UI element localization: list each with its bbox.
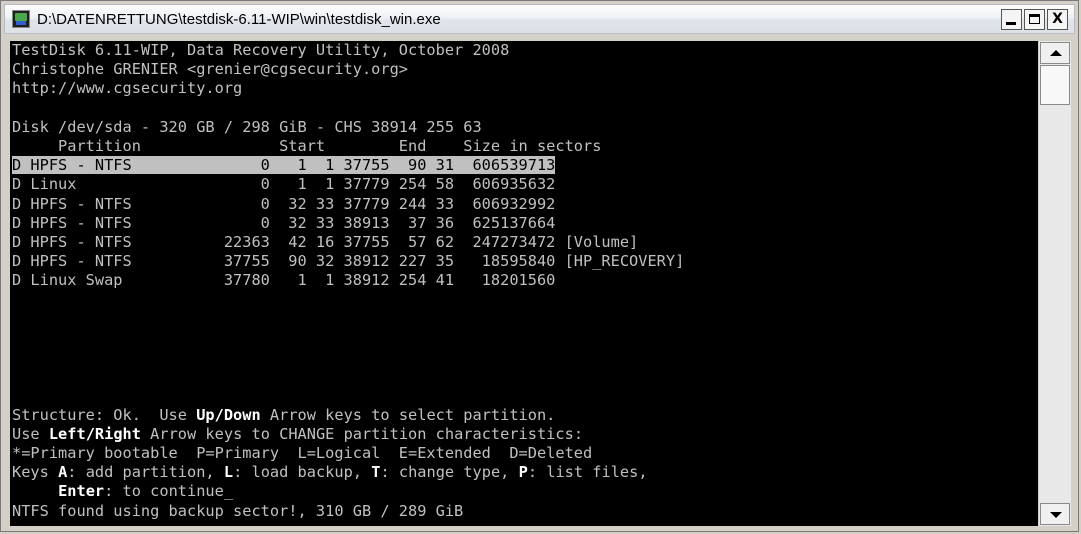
partition-row[interactable]: D Linux 0 1 1 37779 254 58 606935632 — [12, 175, 684, 194]
close-button[interactable]: X — [1047, 9, 1068, 30]
scroll-up-button[interactable] — [1040, 42, 1070, 64]
disk-info-line: Disk /dev/sda - 320 GB / 298 GiB - CHS 3… — [12, 117, 482, 136]
header-line: http://www.cgsecurity.org — [12, 79, 243, 98]
key-enter: Enter — [58, 482, 105, 501]
help-line-navigation: Structure: Ok. Use Up/Down Arrow keys to… — [12, 406, 684, 425]
partition-row-text: D HPFS - NTFS 22363 42 16 37755 57 62 24… — [12, 232, 556, 251]
partition-row-selected[interactable]: D HPFS - NTFS 0 1 1 37755 90 31 60653971… — [12, 156, 684, 175]
partition-row[interactable]: D HPFS - NTFS 0 32 33 37779 244 33 60693… — [12, 195, 684, 214]
help-text: : list files, — [527, 463, 648, 482]
header-line: TestDisk 6.11-WIP, Data Recovery Utility… — [12, 41, 510, 59]
scroll-down-button[interactable] — [1040, 503, 1070, 525]
key-separator: / — [214, 405, 224, 424]
close-icon: X — [1052, 11, 1063, 27]
key-left: Left — [48, 424, 86, 443]
maximize-icon — [1029, 14, 1040, 24]
help-line-legend: *=Primary bootable P=Primary L=Logical E… — [12, 443, 593, 462]
help-text: Keys — [12, 463, 59, 482]
partition-row-text: D Linux 0 1 1 37779 254 58 606935632 — [12, 175, 556, 194]
vertical-scrollbar[interactable] — [1038, 41, 1071, 526]
partition-row-text: D HPFS - NTFS 0 32 33 38913 37 36 625137… — [12, 213, 556, 232]
partition-row[interactable]: D Linux Swap 37780 1 1 38912 254 41 1820… — [12, 271, 684, 290]
arrow-down-icon — [1050, 512, 1062, 518]
partition-row-text: D HPFS - NTFS 0 1 1 37755 90 31 60653971… — [12, 156, 556, 175]
minimize-icon — [1006, 22, 1016, 25]
title-bar[interactable]: D:\DATENRETTUNG\testdisk-6.11-WIP\win\te… — [4, 4, 1075, 34]
partition-label: [HP_RECOVERY] — [555, 252, 685, 271]
partition-columns-header: Partition Start End Size in sectors — [12, 136, 602, 155]
partition-row[interactable]: D HPFS - NTFS 22363 42 16 37755 57 62 24… — [12, 233, 684, 252]
help-text: : add partition, — [67, 463, 224, 482]
partition-row-text: D HPFS - NTFS 37755 90 32 38912 227 35 1… — [12, 252, 556, 271]
console-window: D:\DATENRETTUNG\testdisk-6.11-WIP\win\te… — [0, 0, 1079, 532]
partition-row[interactable]: D HPFS - NTFS 0 32 33 38913 37 36 625137… — [12, 214, 684, 233]
terminal-text: TestDisk 6.11-WIP, Data Recovery Utility… — [12, 41, 684, 521]
partition-row-text: D HPFS - NTFS 0 32 33 37779 244 33 60693… — [12, 194, 556, 213]
header-line: Christophe GRENIER <grenier@cgsecurity.o… — [12, 60, 409, 79]
partition-label: [Volume] — [555, 232, 639, 251]
help-text: Use — [12, 424, 49, 443]
console-output[interactable]: TestDisk 6.11-WIP, Data Recovery Utility… — [10, 41, 1038, 526]
help-text: : load backup, — [233, 463, 372, 482]
help-line-keys: Keys A: add partition, L: load backup, T… — [12, 463, 684, 482]
help-text: Arrow keys to CHANGE partition character… — [140, 424, 584, 443]
partition-row-text: D Linux Swap 37780 1 1 38912 254 41 1820… — [12, 271, 556, 290]
maximize-button[interactable] — [1024, 9, 1045, 30]
text-cursor: _ — [223, 482, 234, 501]
partition-row[interactable]: D HPFS - NTFS 37755 90 32 38912 227 35 1… — [12, 252, 684, 271]
help-text: : to continue — [104, 482, 224, 501]
key-right: Right — [94, 424, 141, 443]
status-line: NTFS found using backup sector!, 310 GB … — [12, 501, 464, 520]
console-app-icon[interactable] — [12, 10, 30, 28]
key-a: A — [58, 463, 68, 482]
key-l: L — [223, 463, 234, 482]
key-up: Up — [196, 405, 215, 424]
help-text: : change type, — [380, 463, 519, 482]
key-separator: / — [85, 424, 95, 443]
key-p: P — [518, 463, 528, 482]
key-down: Down — [223, 405, 261, 424]
help-line-change: Use Left/Right Arrow keys to CHANGE part… — [12, 425, 684, 444]
scrollbar-thumb[interactable] — [1040, 65, 1070, 105]
help-text: Structure: Ok. Use — [12, 405, 197, 424]
minimize-button[interactable] — [1001, 9, 1022, 30]
window-title: D:\DATENRETTUNG\testdisk-6.11-WIP\win\te… — [37, 11, 441, 28]
help-text: Arrow keys to select partition. — [260, 405, 556, 424]
help-line-enter: Enter: to continue_ — [12, 482, 684, 501]
arrow-up-icon — [1050, 50, 1062, 56]
